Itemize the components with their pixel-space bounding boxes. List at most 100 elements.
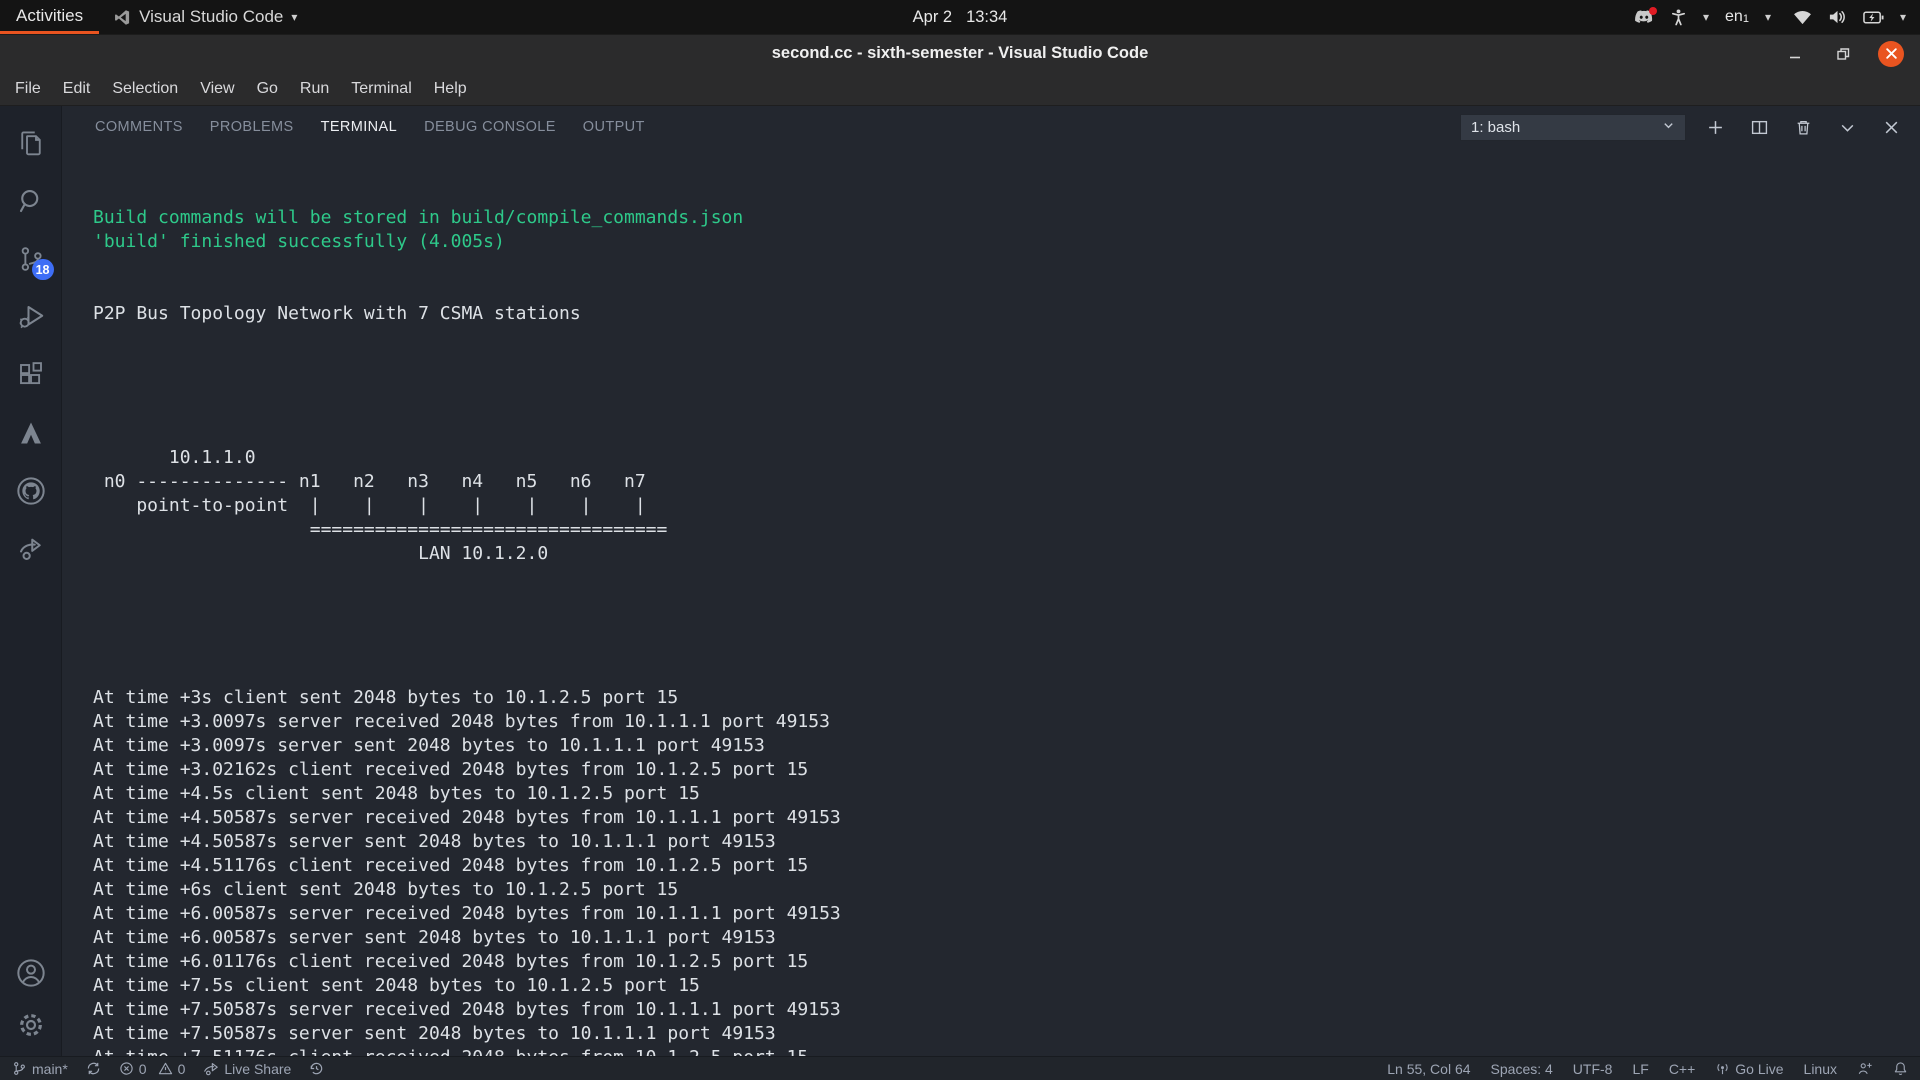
menu-item[interactable]: Help <box>423 76 478 102</box>
activity-bar: 18 <box>0 106 62 1056</box>
restore-button[interactable] <box>1830 41 1856 67</box>
close-button[interactable] <box>1878 41 1904 67</box>
terminal-line: At time +6s client sent 2048 bytes to 10… <box>93 878 1910 902</box>
split-terminal-icon[interactable] <box>1744 112 1774 142</box>
search-icon[interactable] <box>14 184 48 218</box>
diagram-line: point-to-point | | | | | | | <box>93 494 1910 518</box>
select-chevron-icon <box>1662 119 1675 136</box>
explorer-icon[interactable] <box>14 126 48 160</box>
window-title-bar[interactable]: second.cc - sixth-semester - Visual Stud… <box>0 34 1920 72</box>
terminal-line: At time +4.51176s client received 2048 b… <box>93 854 1910 878</box>
panel-tab[interactable]: COMMENTS <box>95 113 183 141</box>
minimize-button[interactable] <box>1782 41 1808 67</box>
menu-item[interactable]: Terminal <box>340 76 422 102</box>
vscode-logo-icon <box>113 8 131 26</box>
menu-item[interactable]: Edit <box>52 76 102 102</box>
git-branch-status[interactable]: main* <box>12 1061 68 1077</box>
notifications-bell-icon[interactable] <box>1893 1061 1908 1076</box>
language-mode-status[interactable]: C++ <box>1669 1061 1695 1077</box>
indentation-status[interactable]: Spaces: 4 <box>1491 1061 1553 1077</box>
warning-count: 0 <box>178 1061 186 1077</box>
terminal-line: At time +6.00587s server received 2048 b… <box>93 902 1910 926</box>
battery-charging-icon[interactable] <box>1863 10 1884 25</box>
panel-tab[interactable]: DEBUG CONSOLE <box>424 113 556 141</box>
settings-gear-icon[interactable] <box>14 1008 48 1042</box>
terminal-output[interactable]: Build commands will be stored in build/c… <box>62 148 1920 1056</box>
extensions-icon[interactable] <box>14 358 48 392</box>
git-branch-label: main* <box>32 1061 68 1077</box>
app-menu-label: Visual Studio Code <box>139 7 283 27</box>
terminal-session-select[interactable]: 1: bash <box>1460 114 1686 141</box>
go-live-label: Go Live <box>1735 1061 1783 1077</box>
encoding-label: UTF-8 <box>1573 1061 1613 1077</box>
keyboard-layout-code: en <box>1725 8 1743 26</box>
system-menu-caret-icon[interactable]: ▾ <box>1900 10 1906 24</box>
panel-tab[interactable]: OUTPUT <box>583 113 645 141</box>
terminal-line: At time +4.50587s server received 2048 b… <box>93 806 1910 830</box>
maximize-panel-chevron-icon[interactable] <box>1832 112 1862 142</box>
terminal-line: Build commands will be stored in build/c… <box>93 206 1910 230</box>
language-label: C++ <box>1669 1061 1695 1077</box>
account-icon[interactable] <box>14 956 48 990</box>
discord-tray-icon[interactable] <box>1634 9 1654 25</box>
panel-tabs: COMMENTS PROBLEMS TERMINAL DEBUG CONSOLE OUT… <box>95 113 645 141</box>
menu-item[interactable]: Selection <box>101 76 189 102</box>
diagram-line: n0 -------------- n1 n2 n3 n4 n5 n6 n7 <box>93 470 1910 494</box>
panel-tab[interactable]: TERMINAL <box>321 113 398 141</box>
panel-tab[interactable]: PROBLEMS <box>210 113 294 141</box>
remote-os-status[interactable]: Linux <box>1804 1061 1837 1077</box>
live-share-icon[interactable] <box>14 532 48 566</box>
terminal-line: 'build' finished successfully (4.005s) <box>93 230 1910 254</box>
eol-status[interactable]: LF <box>1632 1061 1648 1077</box>
terminal-session-value: 1: bash <box>1471 119 1520 136</box>
terminal-line: At time +7.50587s server sent 2048 bytes… <box>93 1022 1910 1046</box>
clock-date: Apr 2 <box>913 8 952 27</box>
activities-button[interactable]: Activities <box>0 0 99 34</box>
kill-terminal-trash-icon[interactable] <box>1788 112 1818 142</box>
encoding-status[interactable]: UTF-8 <box>1573 1061 1613 1077</box>
terminal-line: At time +4.50587s server sent 2048 bytes… <box>93 830 1910 854</box>
volume-icon[interactable] <box>1828 9 1847 25</box>
diagram-line: LAN 10.1.2.0 <box>93 542 1910 566</box>
terminal-line: At time +3.02162s client received 2048 b… <box>93 758 1910 782</box>
live-share-status[interactable]: Live Share <box>203 1061 291 1077</box>
diagram-line: 10.1.1.0 <box>93 446 1910 470</box>
close-panel-icon[interactable] <box>1876 112 1906 142</box>
app-menu-button[interactable]: Visual Studio Code ▾ <box>99 0 311 34</box>
simulation-log: At time +3s client sent 2048 bytes to 10… <box>93 686 1910 1056</box>
problems-status[interactable]: 0 0 <box>119 1061 186 1077</box>
new-terminal-icon[interactable] <box>1700 112 1730 142</box>
cursor-position-label: Ln 55, Col 64 <box>1387 1061 1470 1077</box>
menu-bar: FileEditSelectionViewGoRunTerminalHelp <box>0 72 1920 106</box>
keyboard-layout-indicator[interactable]: en 1 <box>1725 8 1749 26</box>
github-icon[interactable] <box>14 474 48 508</box>
atlassian-icon[interactable] <box>14 416 48 450</box>
cursor-position-status[interactable]: Ln 55, Col 64 <box>1387 1061 1470 1077</box>
terminal-line: At time +6.00587s server sent 2048 bytes… <box>93 926 1910 950</box>
panel-header: COMMENTS PROBLEMS TERMINAL DEBUG CONSOLE OUT… <box>62 106 1920 148</box>
sync-icon[interactable] <box>86 1061 101 1076</box>
menu-item[interactable]: File <box>4 76 52 102</box>
window-title: second.cc - sixth-semester - Visual Stud… <box>772 44 1149 63</box>
keyboard-caret-icon[interactable]: ▾ <box>1765 10 1771 24</box>
menu-item[interactable]: View <box>189 76 245 102</box>
wifi-icon[interactable] <box>1793 10 1812 25</box>
feedback-icon[interactable] <box>1857 1061 1873 1076</box>
accessibility-caret-icon[interactable]: ▾ <box>1703 10 1709 24</box>
terminal-line: At time +3.0097s server received 2048 by… <box>93 710 1910 734</box>
desktop-clock[interactable]: Apr 2 13:34 <box>913 0 1008 34</box>
run-debug-icon[interactable] <box>14 300 48 334</box>
menu-item[interactable]: Go <box>246 76 289 102</box>
go-live-status[interactable]: Go Live <box>1715 1061 1783 1077</box>
diagram-line: ================================= <box>93 518 1910 542</box>
system-tray: ▾ en 1 ▾ ▾ <box>1620 0 1920 34</box>
terminal-line: At time +3s client sent 2048 bytes to 10… <box>93 686 1910 710</box>
notification-dot <box>1649 7 1657 15</box>
desktop-top-bar: Activities Visual Studio Code ▾ Apr 2 13… <box>0 0 1920 34</box>
source-control-icon[interactable]: 18 <box>14 242 48 276</box>
terminal-blank-line <box>93 374 1910 398</box>
accessibility-tray-icon[interactable] <box>1670 8 1687 26</box>
terminal-line: At time +7.5s client sent 2048 bytes to … <box>93 974 1910 998</box>
timeline-history-icon[interactable] <box>309 1061 324 1076</box>
menu-item[interactable]: Run <box>289 76 340 102</box>
